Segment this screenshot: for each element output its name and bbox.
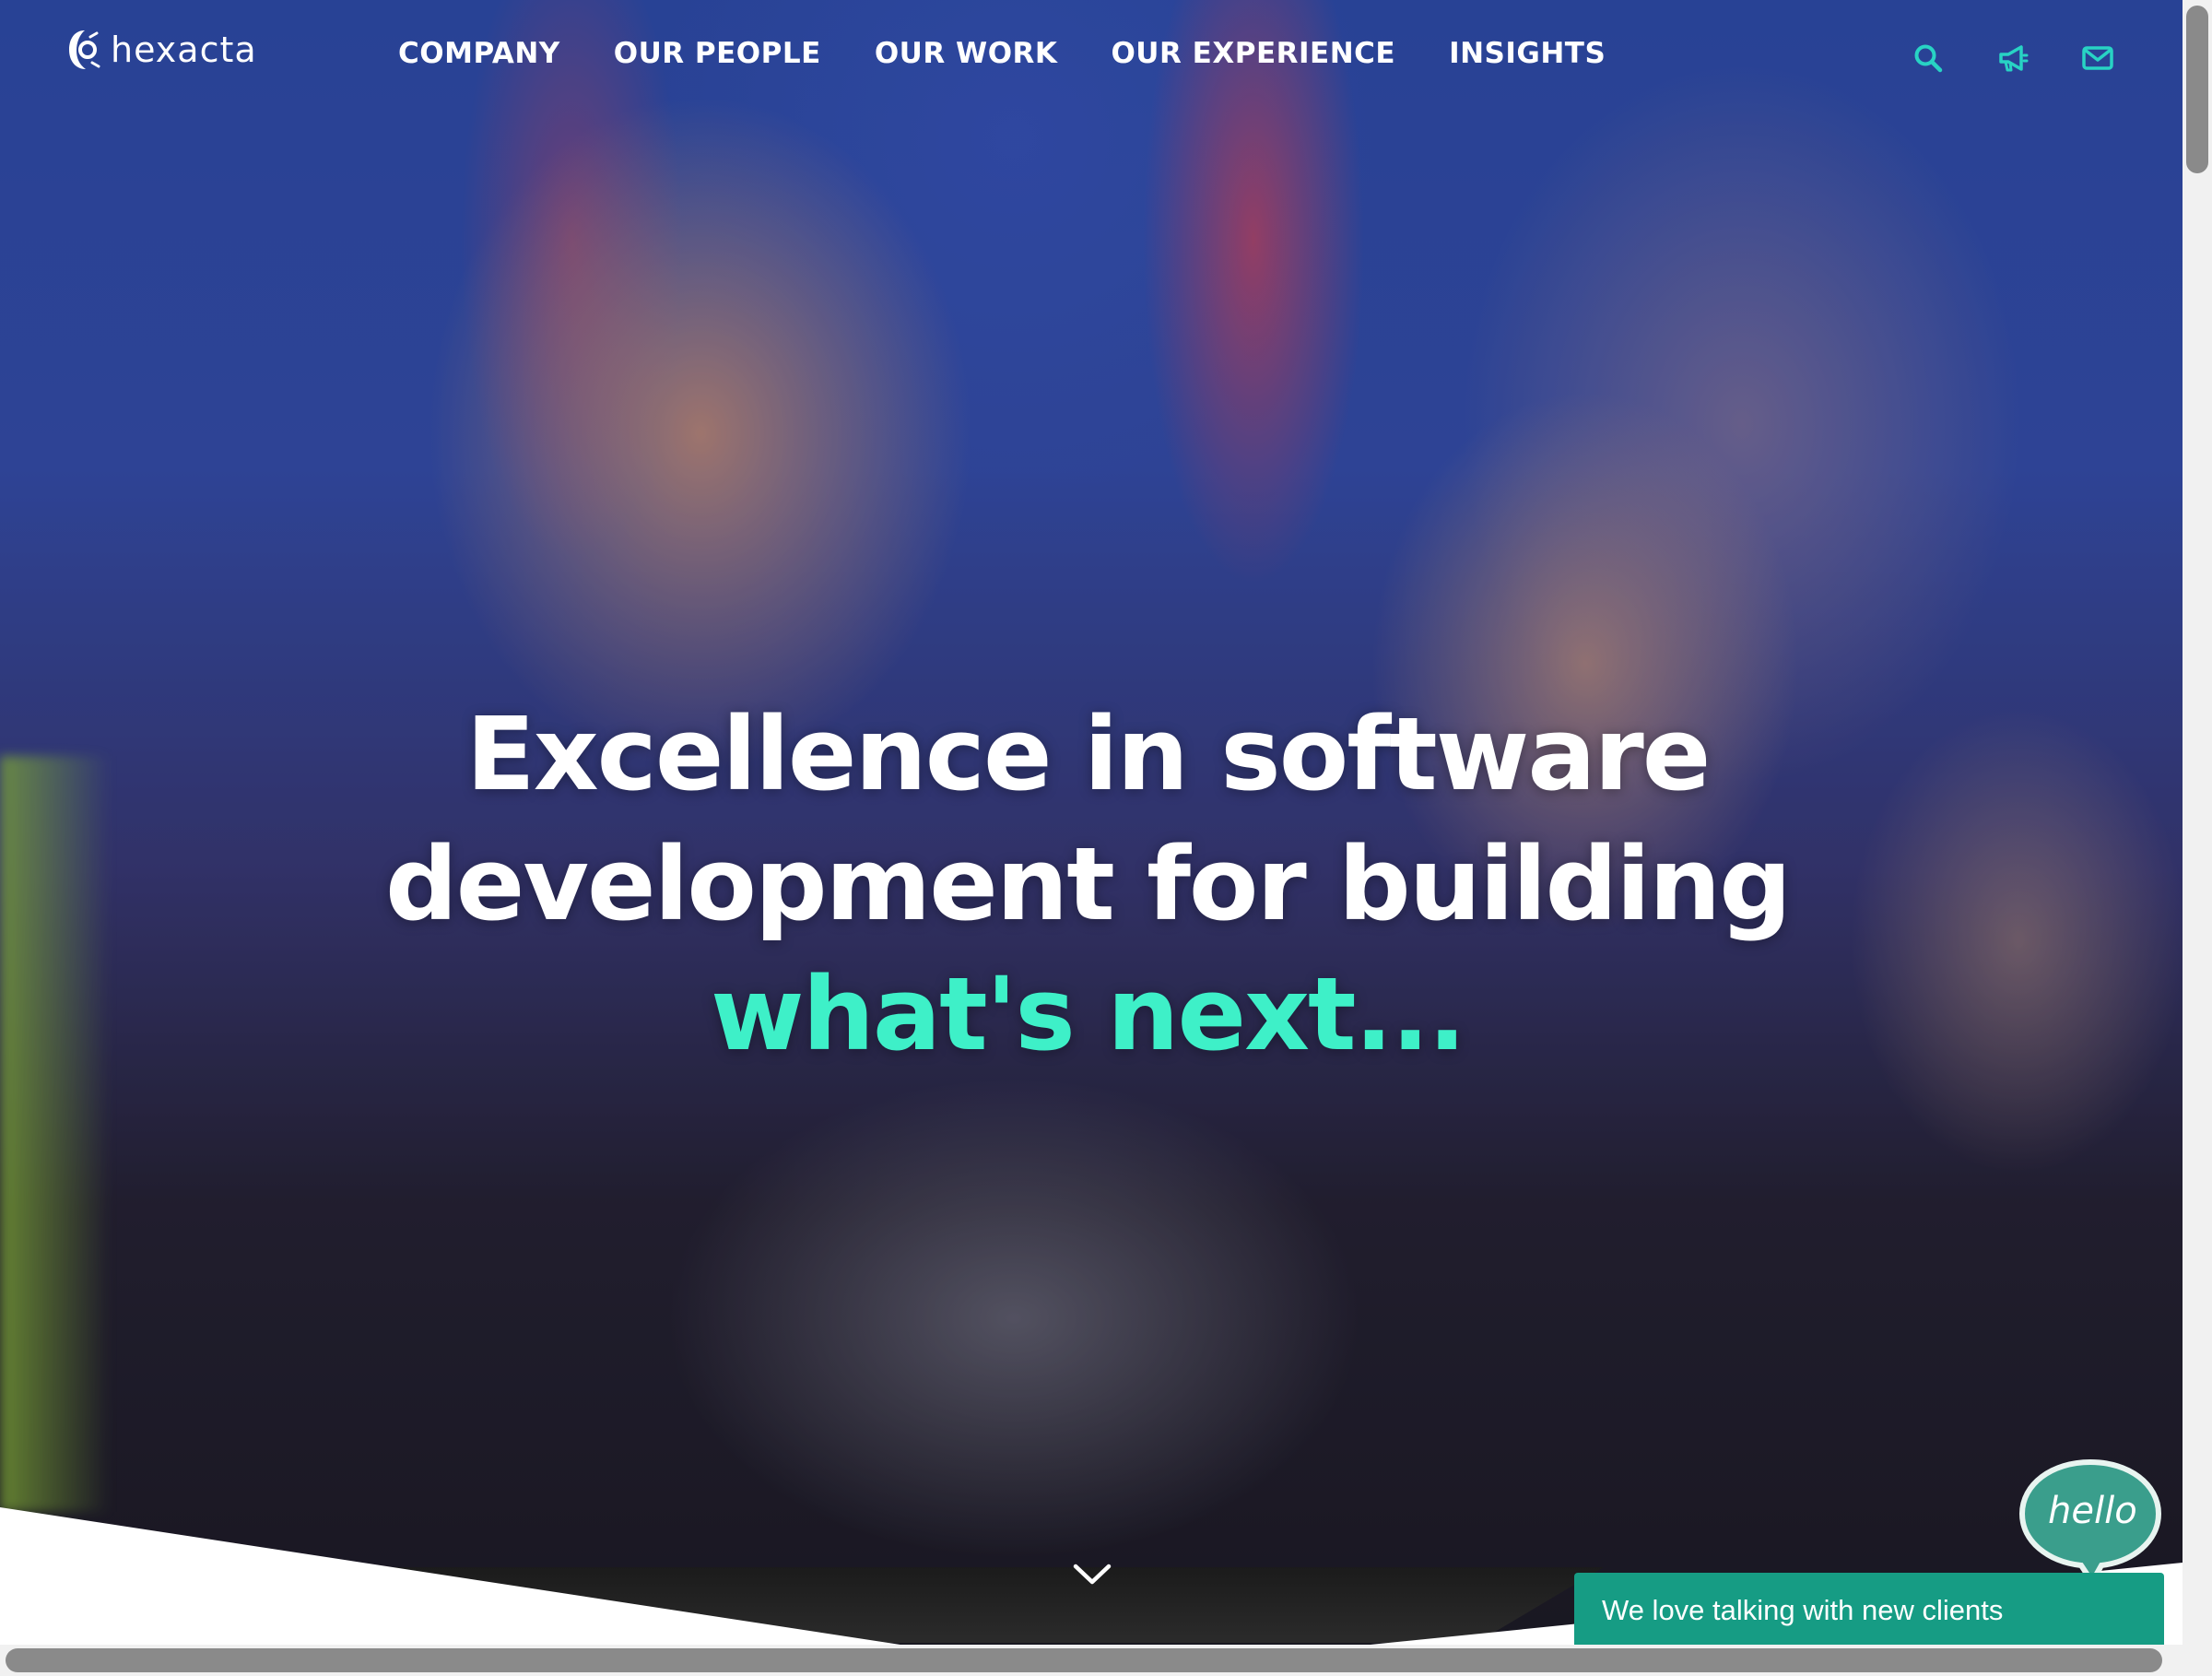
hero-headline-line-1: Excellence in software bbox=[465, 695, 1712, 813]
nav-item-our-people[interactable]: OUR PEOPLE bbox=[614, 37, 821, 70]
horizontal-scrollbar-thumb[interactable] bbox=[6, 1648, 2162, 1672]
vertical-scrollbar-thumb[interactable] bbox=[2186, 6, 2208, 173]
chevron-down-icon[interactable] bbox=[1072, 1562, 1112, 1587]
hello-chat-bubble[interactable] bbox=[2013, 1453, 2170, 1584]
search-icon[interactable] bbox=[1912, 41, 1945, 75]
chat-bar-label: We love talking with new clients bbox=[1602, 1594, 2004, 1626]
nav-item-our-experience[interactable]: OUR EXPERIENCE bbox=[1111, 37, 1395, 70]
nav-item-company[interactable]: COMPANY bbox=[398, 37, 560, 70]
hexacta-logo-icon bbox=[69, 30, 100, 69]
header-tools bbox=[1912, 41, 2114, 75]
vertical-scrollbar[interactable] bbox=[2183, 0, 2212, 1676]
hero-headline: Excellence in software development for b… bbox=[230, 690, 1945, 1080]
main-nav: COMPANY OUR PEOPLE OUR WORK OUR EXPERIEN… bbox=[398, 37, 1606, 70]
megaphone-icon[interactable] bbox=[1996, 41, 2030, 75]
nav-item-our-work[interactable]: OUR WORK bbox=[875, 37, 1058, 70]
logo-link[interactable]: hexacta bbox=[66, 28, 257, 72]
chat-bar[interactable]: We love talking with new clients bbox=[1574, 1573, 2164, 1648]
envelope-icon[interactable] bbox=[2081, 41, 2114, 75]
nav-item-insights[interactable]: INSIGHTS bbox=[1449, 37, 1606, 70]
hero-headline-line-2: development for building bbox=[384, 825, 1792, 943]
logo-text: hexacta bbox=[111, 30, 257, 70]
hero-headline-accent: what's next... bbox=[710, 955, 1466, 1073]
